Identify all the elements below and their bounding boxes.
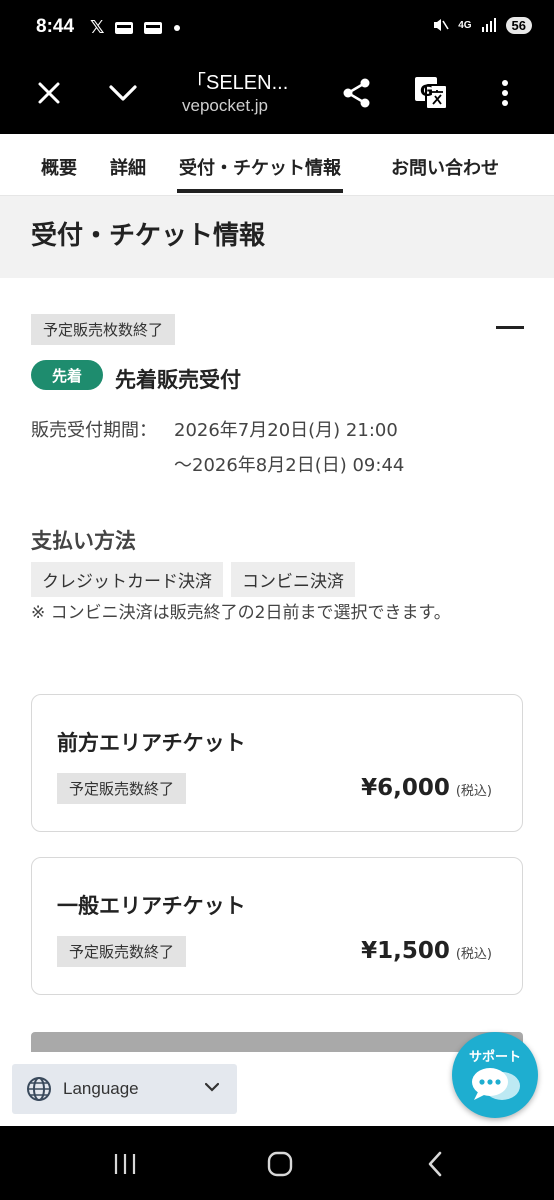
- recent-apps-button[interactable]: [105, 1148, 145, 1180]
- period-start: 2026年7月20日(月) 21:00: [174, 420, 398, 441]
- ticket-tax-label: (税込): [455, 784, 492, 799]
- ticket-status-badge: 予定販売数終了: [57, 773, 187, 804]
- signal-icon: [481, 18, 496, 32]
- apply-button[interactable]: [31, 1032, 523, 1054]
- payment-method-credit: クレジットカード決済: [31, 562, 223, 597]
- ticket-card[interactable]: 前方エリアチケット 予定販売数終了 ¥6,000 (税込): [31, 694, 523, 832]
- share-icon: [343, 78, 370, 108]
- language-select[interactable]: Language: [12, 1064, 237, 1114]
- home-button[interactable]: [260, 1148, 300, 1180]
- tab-tickets[interactable]: 受付・チケット情報: [177, 154, 343, 193]
- battery-badge: 56: [505, 16, 532, 34]
- translate-button[interactable]: G: [408, 70, 454, 116]
- sale-section: 予定販売枚数終了 先着 先着販売受付 販売受付期間： 2026年7月20日(月)…: [0, 278, 554, 1054]
- back-button[interactable]: [415, 1148, 455, 1180]
- close-button[interactable]: [26, 70, 72, 116]
- expand-button[interactable]: [100, 70, 146, 116]
- network-type: 4G: [458, 19, 472, 31]
- ticket-price: ¥1,500 (税込): [361, 938, 492, 964]
- payment-title: 支払い方法: [31, 529, 136, 553]
- tab-contact[interactable]: お問い合わせ: [391, 154, 499, 180]
- dot-icon: [173, 24, 180, 31]
- globe-icon: [27, 1077, 51, 1101]
- ticket-card[interactable]: 一般エリアチケット 予定販売数終了 ¥1,500 (税込): [31, 857, 523, 995]
- home-icon: [267, 1151, 293, 1177]
- support-button[interactable]: サポート: [452, 1032, 538, 1118]
- language-label: Language: [63, 1079, 139, 1098]
- close-icon: [38, 82, 60, 104]
- status-time: 8:44: [36, 16, 75, 37]
- back-icon: [428, 1151, 442, 1177]
- payment-methods: クレジットカード決済 コンビニ決済: [31, 562, 355, 597]
- chevron-down-icon: [205, 1082, 219, 1092]
- notification-icons: 𝕏: [90, 17, 182, 38]
- x-icon: 𝕏: [90, 17, 105, 38]
- tab-overview[interactable]: 概要: [41, 154, 77, 180]
- more-icon: [502, 80, 508, 106]
- mail-icon: [143, 21, 162, 34]
- share-button[interactable]: [334, 70, 380, 116]
- ticket-status-badge: 予定販売数終了: [57, 936, 187, 967]
- mail-icon: [114, 21, 133, 34]
- payment-method-convenience: コンビニ決済: [231, 562, 355, 597]
- ticket-tax-label: (税込): [455, 947, 492, 962]
- ticket-name: 一般エリアチケット: [57, 894, 246, 918]
- tab-bar: 概要 詳細 受付・チケット情報 お問い合わせ: [0, 134, 554, 196]
- svg-text:G: G: [420, 81, 433, 100]
- section-title: 受付・チケット情報: [31, 221, 266, 251]
- ticket-price: ¥6,000 (税込): [361, 775, 492, 801]
- ticket-price-value: ¥1,500: [361, 938, 450, 964]
- section-header: 受付・チケット情報: [0, 196, 554, 278]
- page-title: 「SELEN...: [186, 72, 289, 94]
- support-label: サポート: [468, 1050, 521, 1065]
- ticket-price-value: ¥6,000: [361, 775, 450, 801]
- period-end: 〜2026年8月2日(日) 09:44: [174, 455, 405, 476]
- mute-icon: [434, 19, 449, 31]
- page-url[interactable]: vepocket.jp: [182, 96, 268, 116]
- sale-title: 先着販売受付: [115, 368, 241, 392]
- recent-apps-icon: [114, 1154, 136, 1174]
- collapse-icon[interactable]: [496, 326, 524, 329]
- system-nav-bar: [0, 1126, 554, 1200]
- chevron-down-icon: [109, 85, 137, 101]
- sale-type-badge: 先着: [31, 360, 103, 390]
- chat-bubble-icon: [472, 1068, 520, 1100]
- translate-icon: G: [415, 77, 448, 110]
- more-button[interactable]: [482, 70, 528, 116]
- status-bar: 8:44 𝕏 4G 56: [0, 0, 554, 56]
- browser-toolbar: 「SELEN... vepocket.jp G: [0, 56, 554, 134]
- sale-status-badge: 予定販売枚数終了: [31, 314, 176, 345]
- system-icons: 4G 56: [431, 16, 532, 34]
- period-label: 販売受付期間：: [31, 420, 157, 441]
- payment-note: ※ コンビニ決済は販売終了の2日前まで選択できます。: [31, 603, 451, 623]
- tab-details[interactable]: 詳細: [110, 154, 146, 180]
- ticket-name: 前方エリアチケット: [57, 731, 246, 755]
